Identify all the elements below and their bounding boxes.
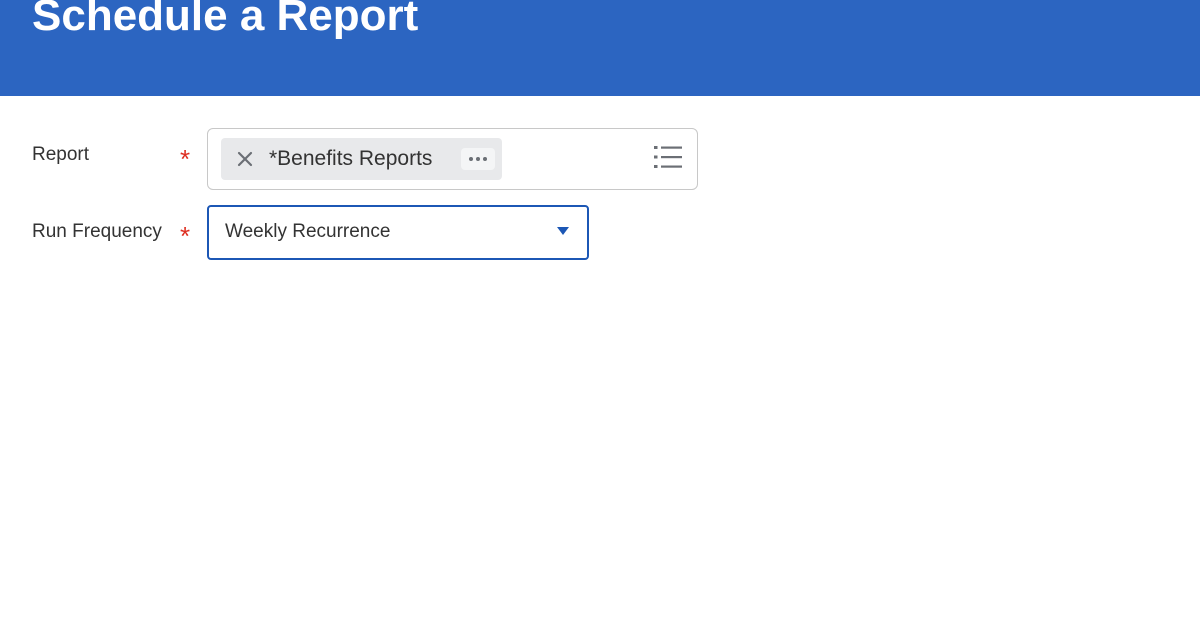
run-frequency-required-marker: * (180, 221, 191, 251)
page-header: Schedule a Report (0, 0, 1200, 96)
close-icon[interactable] (235, 149, 255, 169)
ellipsis-icon[interactable] (461, 148, 495, 170)
report-label: Report (32, 144, 90, 165)
run-frequency-select[interactable]: Weekly Recurrence (207, 205, 589, 260)
schedule-report-form: Report * *Benefits Reports Run Frequency… (0, 96, 1200, 630)
report-prompt-field[interactable]: *Benefits Reports (207, 128, 698, 190)
caret-down-icon[interactable] (555, 225, 571, 237)
selected-report-label: *Benefits Reports (269, 147, 433, 170)
page-title: Schedule a Report (32, 0, 419, 40)
report-required-marker: * (180, 144, 191, 174)
run-frequency-value: Weekly Recurrence (225, 221, 391, 242)
selected-report-pill[interactable]: *Benefits Reports (221, 138, 502, 180)
list-icon[interactable] (652, 143, 684, 171)
run-frequency-label: Run Frequency (32, 221, 162, 242)
